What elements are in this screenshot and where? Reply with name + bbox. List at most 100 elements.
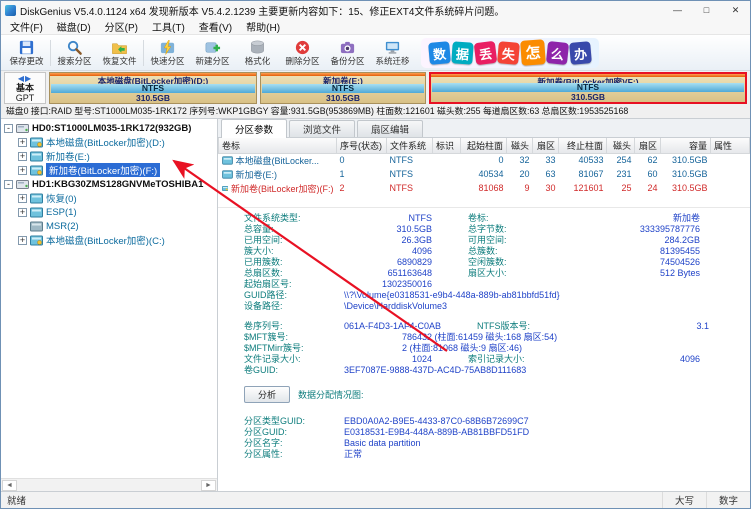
menu-disk[interactable]: 磁盘(D)	[50, 19, 98, 34]
menu-view[interactable]: 查看(V)	[192, 19, 239, 34]
detail-value: 3EF7087E-9888-437D-AC4D-75AB8D111683	[344, 365, 527, 375]
tree-item-hd0[interactable]: - HD0:ST1000LM035-1RK172(932GB)	[1, 121, 217, 135]
tree-item-label: MSR(2)	[46, 220, 79, 232]
tree-item-hd1[interactable]: - HD1:KBG30ZMS128GNVMeTOSHIBA1	[1, 177, 217, 191]
expand-icon[interactable]: +	[18, 151, 27, 161]
partition-icon	[221, 185, 228, 191]
tree-item-volume-d[interactable]: + 本地磁盘(BitLocker加密)(D:)	[1, 135, 217, 149]
scroll-right-icon[interactable]: ►	[201, 479, 216, 491]
toolbar-button-label: 备份分区	[330, 56, 365, 66]
disk-nav-box[interactable]: ◀▶ 基本 GPT	[4, 72, 46, 104]
detail-value: 1302350016	[381, 279, 432, 289]
new-partition-button[interactable]: 新建分区	[190, 36, 235, 70]
partition-block-e[interactable]: 新加卷(E:) NTFS 310.5GB	[260, 72, 426, 104]
partition-filesystem: NTFS	[51, 84, 255, 93]
detail-label: 已用空间:	[244, 235, 283, 245]
tab-bar: 分区参数 浏览文件 扇区编辑	[218, 119, 750, 138]
locked-partition-icon	[30, 137, 43, 148]
detail-label: 可用空间:	[468, 235, 507, 245]
column-header-flag[interactable]: 标识	[432, 138, 461, 154]
expand-icon[interactable]: +	[18, 207, 27, 217]
menu-help[interactable]: 帮助(H)	[239, 19, 287, 34]
save-changes-button[interactable]: 保存更改	[4, 36, 49, 70]
collapse-icon[interactable]: -	[4, 123, 13, 133]
tab-sector-edit[interactable]: 扇区编辑	[357, 120, 424, 137]
status-bar: 就绪 大写 数字	[1, 491, 750, 508]
banner-char: 丢	[473, 40, 498, 65]
collapse-icon[interactable]: -	[4, 179, 13, 189]
detail-value: 333395787776	[639, 224, 700, 234]
column-header-capacity[interactable]: 容量	[660, 138, 711, 154]
menu-tools[interactable]: 工具(T)	[145, 19, 192, 34]
disk-nav-arrows-icon[interactable]: ◀▶	[18, 74, 32, 83]
app-icon	[5, 4, 16, 16]
detail-label: 索引记录大小:	[468, 354, 525, 364]
menu-partition[interactable]: 分区(P)	[98, 19, 145, 34]
column-header-end-head[interactable]: 磁头	[606, 138, 635, 154]
backup-partition-button[interactable]: 备份分区	[325, 36, 370, 70]
format-cylinder-icon	[251, 40, 264, 54]
partition-icon	[30, 151, 43, 162]
detail-value: 284.2GB	[664, 235, 700, 245]
tree-item-recovery[interactable]: + 恢复(0)	[1, 191, 217, 205]
column-header-filesystem[interactable]: 文件系统	[386, 138, 433, 154]
search-partition-button[interactable]: 搜索分区	[52, 36, 97, 70]
disk-scheme-label: GPT	[15, 92, 35, 103]
tree-item-esp[interactable]: + ESP(1)	[1, 205, 217, 219]
detail-row: 簇大小: 4096 总簇数: 81395455	[244, 246, 750, 257]
banner-char: 数	[428, 40, 451, 65]
detail-value: 786432 (柱面:61459 磁头:168 扇区:54)	[402, 332, 558, 342]
promo-banner[interactable]: 数 据 丢 失 怎 么 办	[421, 37, 599, 68]
tree-item-label: ESP(1)	[46, 206, 77, 218]
table-row-volume-d[interactable]: 本地磁盘(BitLocker... 0 NTFS 0 32 33 40533 2…	[219, 153, 750, 167]
format-button[interactable]: 格式化	[235, 36, 280, 70]
column-header-start-sector[interactable]: 扇区	[532, 138, 559, 154]
detail-value: 26.3GB	[401, 235, 432, 245]
column-header-end-sector[interactable]: 扇区	[634, 138, 661, 154]
delete-partition-button[interactable]: 删除分区	[280, 36, 325, 70]
expand-icon[interactable]: +	[18, 235, 27, 245]
tree-item-volume-c[interactable]: + 本地磁盘(BitLocker加密)(C:)	[1, 233, 217, 247]
tab-browse-files[interactable]: 浏览文件	[289, 120, 356, 137]
close-button[interactable]: ✕	[721, 1, 750, 19]
partition-block-f-selected[interactable]: 新加卷(BitLocker加密)(F:) NTFS 310.5GB	[429, 72, 747, 104]
column-header-volume-label[interactable]: 卷标	[218, 138, 337, 154]
table-row-volume-e[interactable]: 新加卷(E:) 1 NTFS 40534 20 63 81067 231 60 …	[219, 167, 750, 181]
table-row-volume-f-selected[interactable]: 新加卷(BitLocker加密)(F:) 2 NTFS 81068 9 30 1…	[219, 181, 750, 195]
detail-value: 81395455	[659, 246, 700, 256]
expand-icon[interactable]: +	[18, 165, 27, 175]
partition-block-d[interactable]: 本地磁盘(BitLocker加密)(D:) NTFS 310.5GB	[49, 72, 257, 104]
system-migration-button[interactable]: 系统迁移	[370, 36, 415, 70]
partition-icon	[30, 221, 43, 232]
minimize-button[interactable]: —	[663, 1, 692, 19]
tree-item-volume-f-selected[interactable]: + 新加卷(BitLocker加密)(F:)	[1, 163, 217, 177]
partition-filesystem: NTFS	[432, 83, 744, 92]
column-header-start-head[interactable]: 磁头	[506, 138, 533, 154]
detail-value	[578, 279, 700, 290]
maximize-button[interactable]: □	[692, 1, 721, 19]
column-header-end-cylinder[interactable]: 终止柱面	[558, 138, 607, 154]
expand-icon[interactable]: +	[18, 193, 27, 203]
tab-partition-parameters[interactable]: 分区参数	[221, 119, 288, 138]
detail-row-partition-attributes: 分区属性: 正常	[244, 449, 750, 460]
detail-label: 卷标:	[468, 213, 489, 223]
quick-partition-button[interactable]: 快速分区	[145, 36, 190, 70]
scroll-left-icon[interactable]: ◄	[2, 479, 17, 491]
column-header-start-cylinder[interactable]: 起始柱面	[460, 138, 507, 154]
partition-icon	[30, 207, 43, 218]
detail-label: 文件系统类型:	[244, 213, 301, 223]
expand-icon[interactable]: +	[18, 137, 27, 147]
tree-item-volume-e[interactable]: + 新加卷(E:)	[1, 149, 217, 163]
menu-file[interactable]: 文件(F)	[3, 19, 50, 34]
recover-files-button[interactable]: 恢复文件	[97, 36, 142, 70]
detail-label: 已用簇数:	[244, 257, 283, 267]
detail-row: 卷序列号: 061A-F4D3-1AF4-C0AB NTFS版本号: 3.1	[244, 321, 750, 332]
tree-item-msr[interactable]: MSR(2)	[1, 219, 217, 233]
menu-bar: 文件(F) 磁盘(D) 分区(P) 工具(T) 查看(V) 帮助(H)	[1, 19, 750, 35]
column-header-index-status[interactable]: 序号(状态)	[336, 138, 387, 154]
column-header-attributes[interactable]: 属性	[710, 138, 750, 154]
detail-value: 6890829	[396, 257, 432, 267]
partition-icon	[221, 169, 233, 179]
tree-horizontal-scrollbar[interactable]: ◄ ►	[1, 478, 217, 491]
analyze-button[interactable]: 分析	[244, 385, 290, 403]
